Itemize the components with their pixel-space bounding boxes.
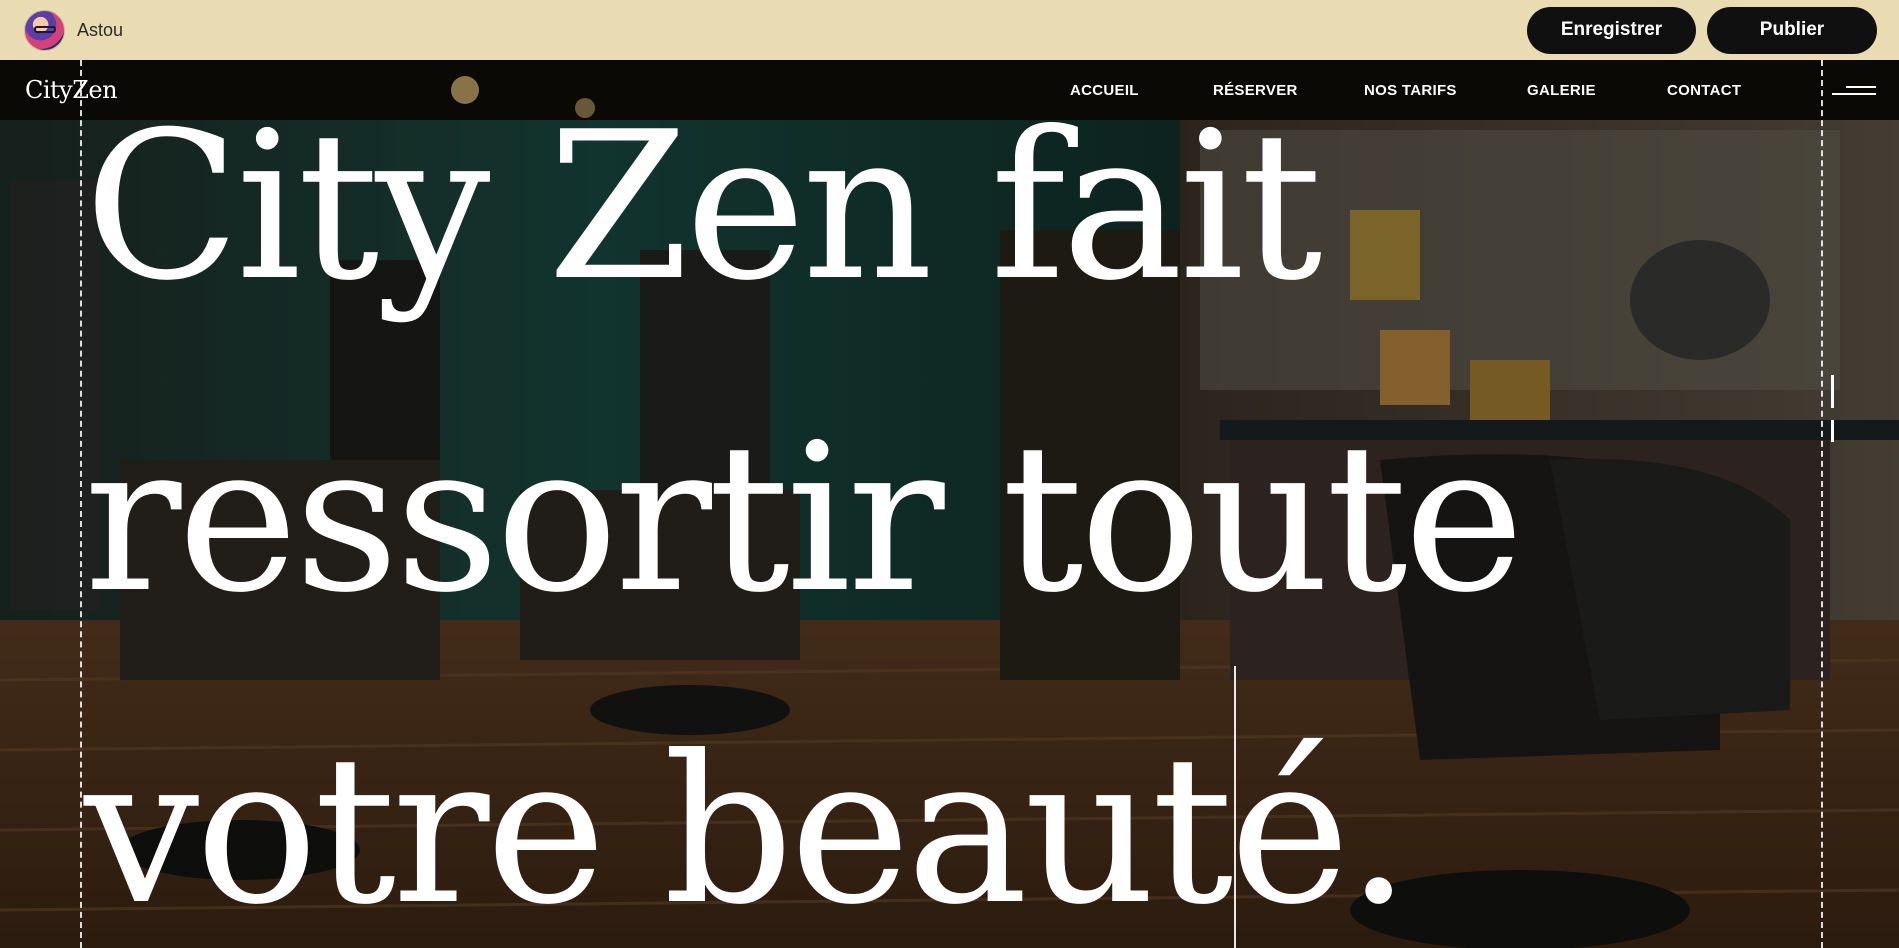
- avatar[interactable]: [24, 9, 65, 51]
- save-button[interactable]: Enregistrer: [1527, 6, 1696, 54]
- resize-handle[interactable]: [1831, 375, 1834, 408]
- headline-line-2: ressortir toute: [84, 401, 1524, 638]
- user-info[interactable]: Astou: [24, 9, 124, 51]
- user-name: Astou: [77, 19, 124, 40]
- editor-actions: Enregistrer Publier: [1527, 6, 1877, 54]
- nav-contact[interactable]: CONTACT: [1667, 82, 1741, 99]
- section-guide-left: [80, 60, 82, 948]
- resize-handle-secondary[interactable]: [1831, 420, 1834, 442]
- hero-section: CityZen ACCUEIL RÉSERVER NOS TARIFS GALE…: [0, 60, 1899, 948]
- headline-line-3: votre beauté.: [84, 713, 1411, 948]
- text-cursor: [1234, 666, 1236, 948]
- hamburger-menu-icon[interactable]: [1830, 84, 1876, 100]
- headline-line-1: City Zen fait: [84, 89, 1322, 326]
- section-guide-right: [1821, 60, 1823, 948]
- editor-topbar: Astou Enregistrer Publier: [0, 0, 1899, 60]
- nav-galerie[interactable]: GALERIE: [1527, 82, 1596, 99]
- hero-headline: City Zen fait ressortir toute votre beau…: [84, 60, 1524, 948]
- publish-button[interactable]: Publier: [1707, 6, 1877, 54]
